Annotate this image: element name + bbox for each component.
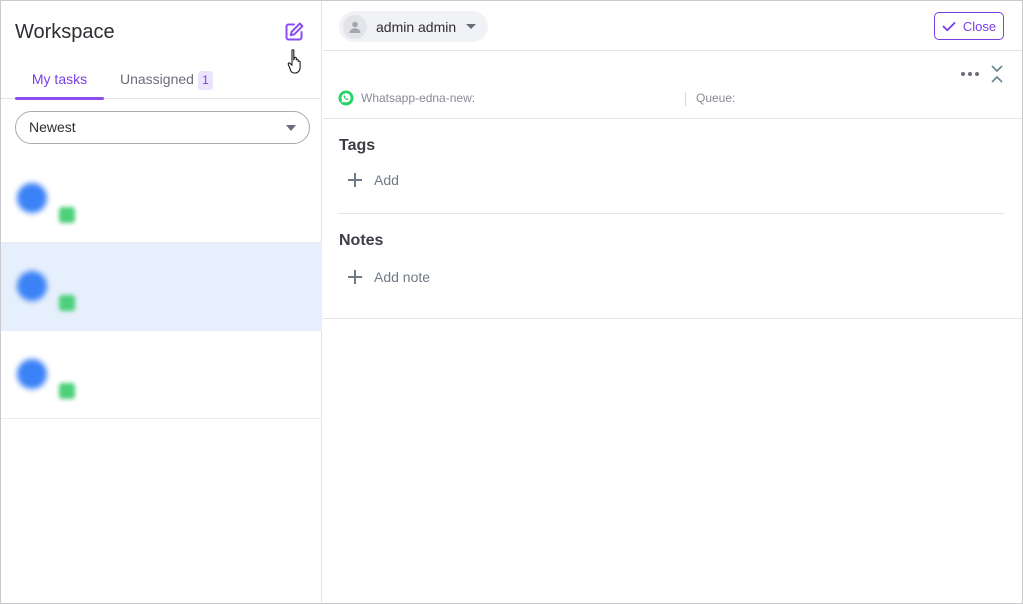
add-note-label: Add note <box>374 269 431 285</box>
task-tabs: My tasks Unassigned 1 <box>1 63 322 100</box>
whatsapp-icon <box>59 207 75 223</box>
tags-section-title: Tags <box>339 137 376 154</box>
add-note-button[interactable]: Add note <box>348 269 430 285</box>
divider <box>685 92 686 106</box>
divider <box>1 418 322 419</box>
task-item[interactable] <box>1 331 322 419</box>
channel-name: Whatsapp-edna-new: <box>361 91 476 105</box>
edit-square-icon <box>285 22 304 41</box>
new-task-button[interactable] <box>283 21 305 43</box>
chevron-down-icon <box>286 125 296 131</box>
tab-unassigned-label: Unassigned <box>120 71 194 87</box>
plus-icon <box>348 270 362 284</box>
user-icon <box>349 21 361 33</box>
active-tab-indicator <box>15 97 104 100</box>
collapse-button[interactable] <box>990 64 1004 84</box>
close-task-button[interactable]: Close <box>934 12 1004 40</box>
chevron-down-icon <box>466 24 477 29</box>
avatar <box>343 14 367 39</box>
task-item-selected[interactable] <box>1 243 322 331</box>
workspace-title: Workspace <box>15 21 115 43</box>
plus-icon <box>348 173 362 187</box>
task-detail-panel: admin admin Close Whatsapp-edna-new: Que… <box>323 1 1022 603</box>
avatar <box>17 359 47 389</box>
avatar <box>17 271 47 301</box>
sort-select-value: Newest <box>29 119 76 135</box>
more-horizontal-icon <box>961 72 979 76</box>
unassigned-count-badge: 1 <box>197 71 213 90</box>
tab-my-tasks[interactable]: My tasks <box>15 63 104 100</box>
close-button-label: Close <box>962 18 997 34</box>
queue-label: Queue: <box>696 91 736 105</box>
notes-section-title: Notes <box>339 232 384 249</box>
workspace-panel: Workspace My tasks Unassigned 1 Newest <box>1 1 322 603</box>
whatsapp-icon <box>338 90 354 106</box>
assignee-name: admin admin <box>376 18 457 35</box>
tab-my-tasks-label: My tasks <box>31 71 88 87</box>
whatsapp-icon <box>59 383 75 399</box>
tab-unassigned[interactable]: Unassigned 1 <box>120 63 213 99</box>
task-item[interactable] <box>1 155 322 243</box>
detail-header: admin admin Close <box>323 1 1022 51</box>
channel-info-row: Whatsapp-edna-new: Queue: <box>323 52 1022 119</box>
assignee-select[interactable]: admin admin <box>339 11 489 42</box>
more-button[interactable] <box>960 66 980 82</box>
divider <box>338 213 1004 214</box>
whatsapp-icon <box>59 295 75 311</box>
sort-select[interactable]: Newest <box>15 111 310 144</box>
check-icon <box>942 21 956 31</box>
add-tag-button[interactable]: Add <box>348 172 399 188</box>
divider <box>323 318 1022 319</box>
avatar <box>17 183 47 213</box>
add-tag-label: Add <box>374 172 399 188</box>
chevrons-collapse-icon <box>991 65 1003 83</box>
